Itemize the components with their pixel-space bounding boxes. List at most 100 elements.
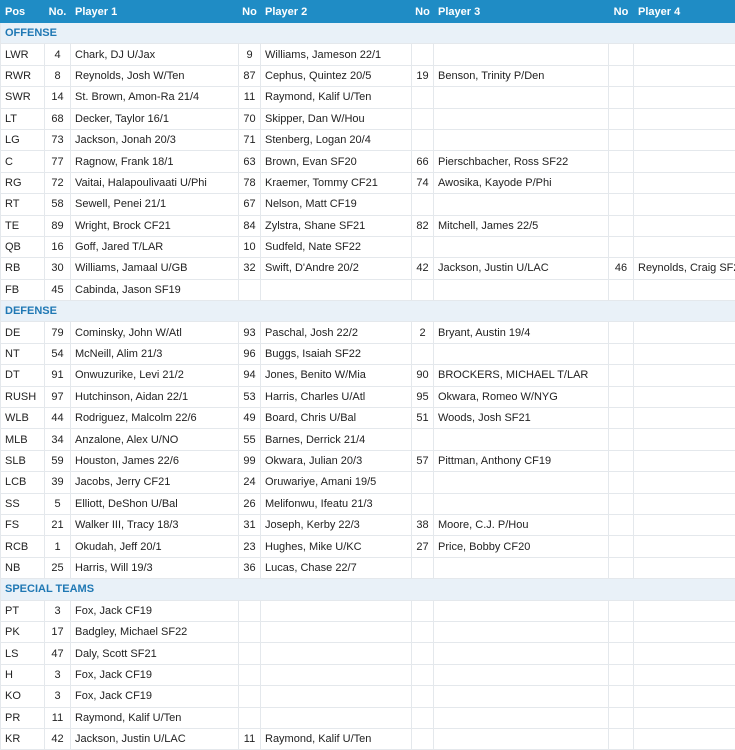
cell-player-4	[633, 471, 735, 494]
cell-no-4	[608, 171, 634, 195]
cell-player-2	[260, 663, 412, 687]
cell-player-1: Jackson, Jonah 20/3	[70, 128, 239, 152]
cell-no-2: 84	[238, 214, 261, 237]
cell-no-4	[608, 235, 634, 259]
cell-no-3	[411, 193, 434, 216]
cell-no-1: 97	[44, 385, 71, 409]
cell-player-2: Barnes, Derrick 21/4	[260, 428, 412, 451]
cell-no-3	[411, 706, 434, 729]
table-row: FB 45 Cabinda, Jason SF19	[0, 278, 735, 302]
cell-no-3	[411, 556, 434, 580]
cell-player-2: Board, Chris U/Bal	[260, 407, 412, 430]
table-row: RUSH 97 Hutchinson, Aidan 22/1 53 Harris, Ch…	[0, 385, 735, 409]
cell-no-2	[238, 685, 261, 708]
section-title: OFFENSE	[0, 21, 735, 45]
cell-player-2: Kraemer, Tommy CF21	[260, 171, 412, 195]
cell-player-1: Raymond, Kalif U/Ten	[70, 706, 239, 729]
cell-player-4	[633, 556, 735, 580]
cell-no-4	[608, 43, 634, 66]
cell-no-2: 31	[238, 513, 261, 537]
cell-player-3	[433, 492, 609, 515]
column-header-player-2: Player 2	[260, 0, 412, 23]
header-row: Pos No. Player 1 No Player 2 No Player 3 No Play…	[0, 0, 735, 23]
cell-player-4	[633, 364, 735, 387]
cell-no-2: 87	[238, 64, 261, 88]
cell-no-3	[411, 599, 434, 622]
cell-no-1: 89	[44, 214, 71, 237]
cell-player-3: Awosika, Kayode P/Phi	[433, 171, 609, 195]
cell-player-2	[260, 620, 412, 644]
cell-no-1: 39	[44, 471, 71, 494]
cell-pos: QB	[0, 235, 45, 259]
column-header-player-3: Player 3	[433, 0, 609, 23]
table-row: NT 54 McNeill, Alim 21/3 96 Buggs, Isaiah SF…	[0, 342, 735, 366]
cell-player-4	[633, 64, 735, 88]
cell-player-2: Skipper, Dan W/Hou	[260, 107, 412, 130]
cell-player-1: Harris, Will 19/3	[70, 556, 239, 580]
cell-no-1: 16	[44, 235, 71, 259]
cell-player-1: Jackson, Justin U/LAC	[70, 727, 239, 750]
cell-player-3	[433, 86, 609, 109]
cell-no-4	[608, 193, 634, 216]
table-row: RG 72 Vaitai, Halapoulivaati U/Phi 78 Kraeme…	[0, 171, 735, 195]
cell-player-1: McNeill, Alim 21/3	[70, 342, 239, 366]
cell-no-3	[411, 620, 434, 644]
cell-no-2: 10	[238, 235, 261, 259]
cell-player-3	[433, 620, 609, 644]
cell-player-1: Okudah, Jeff 20/1	[70, 535, 239, 558]
table-row: LG 73 Jackson, Jonah 20/3 71 Stenberg, Logan…	[0, 128, 735, 152]
cell-player-1: Sewell, Penei 21/1	[70, 193, 239, 216]
cell-no-3	[411, 428, 434, 451]
cell-pos: PK	[0, 620, 45, 644]
table-row: PT 3 Fox, Jack CF19	[0, 599, 735, 622]
table-row: LCB 39 Jacobs, Jerry CF21 24 Oruwariye, Aman…	[0, 471, 735, 494]
cell-no-3	[411, 642, 434, 665]
cell-player-1: Badgley, Michael SF22	[70, 620, 239, 644]
table-body: OFFENSE LWR 4 Chark, DJ U/Jax 9 Williams, Jam…	[0, 21, 735, 750]
section-title: SPECIAL TEAMS	[0, 578, 735, 601]
cell-no-3	[411, 86, 434, 109]
cell-no-4	[608, 428, 634, 451]
cell-no-3: 74	[411, 171, 434, 195]
cell-no-4	[608, 385, 634, 409]
cell-no-2: 32	[238, 257, 261, 280]
cell-player-1: Chark, DJ U/Jax	[70, 43, 239, 66]
cell-player-3	[433, 599, 609, 622]
cell-player-4	[633, 513, 735, 537]
cell-pos: RB	[0, 257, 45, 280]
cell-no-2: 9	[238, 43, 261, 66]
depth-chart-table: Pos No. Player 1 No Player 2 No Player 3 No Play…	[0, 0, 735, 750]
cell-player-3: Benson, Trinity P/Den	[433, 64, 609, 88]
cell-player-4	[633, 685, 735, 708]
cell-no-2: 53	[238, 385, 261, 409]
cell-no-3: 82	[411, 214, 434, 237]
table-row: LT 68 Decker, Taylor 16/1 70 Skipper, Dan W/…	[0, 107, 735, 130]
cell-player-1: Jacobs, Jerry CF21	[70, 471, 239, 494]
cell-pos: DE	[0, 321, 45, 344]
cell-no-3	[411, 235, 434, 259]
cell-player-3: Woods, Josh SF21	[433, 407, 609, 430]
cell-player-3: Mitchell, James 22/5	[433, 214, 609, 237]
cell-no-1: 17	[44, 620, 71, 644]
cell-no-2: 26	[238, 492, 261, 515]
table-row: RT 58 Sewell, Penei 21/1 67 Nelson, Matt CF1…	[0, 193, 735, 216]
cell-player-4	[633, 706, 735, 729]
table-row: MLB 34 Anzalone, Alex U/NO 55 Barnes, Derric…	[0, 428, 735, 451]
cell-no-1: 73	[44, 128, 71, 152]
column-header-no-3: No	[411, 0, 434, 23]
cell-pos: RUSH	[0, 385, 45, 409]
cell-pos: SLB	[0, 449, 45, 473]
cell-no-4	[608, 471, 634, 494]
table-row: H 3 Fox, Jack CF19	[0, 663, 735, 687]
cell-player-3	[433, 663, 609, 687]
column-header-no-1: No.	[44, 0, 71, 23]
cell-player-3	[433, 278, 609, 302]
cell-no-4	[608, 128, 634, 152]
cell-no-2: 63	[238, 150, 261, 173]
cell-player-1: Vaitai, Halapoulivaati U/Phi	[70, 171, 239, 195]
cell-no-3: 90	[411, 364, 434, 387]
cell-player-4	[633, 171, 735, 195]
cell-player-4	[633, 128, 735, 152]
cell-player-2: Jones, Benito W/Mia	[260, 364, 412, 387]
table-row: SS 5 Elliott, DeShon U/Bal 26 Melifonwu, Ife…	[0, 492, 735, 515]
